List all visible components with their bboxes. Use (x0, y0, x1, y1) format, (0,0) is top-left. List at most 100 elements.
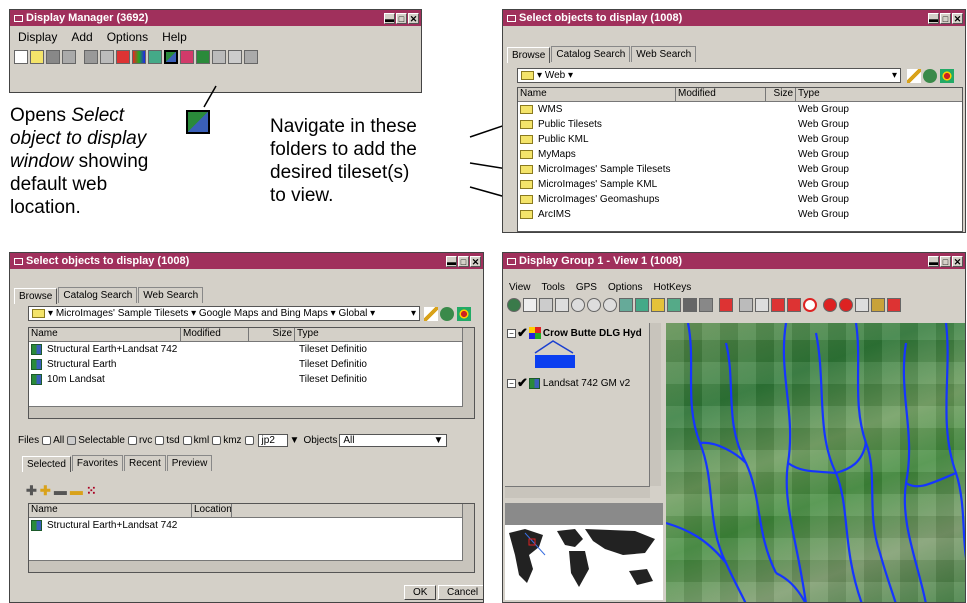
column-size[interactable]: Size (249, 328, 295, 341)
maximize-button[interactable]: □ (940, 12, 951, 24)
web-search-icon[interactable] (923, 69, 937, 83)
column-type[interactable]: Type (295, 328, 474, 341)
menu-view[interactable]: View (509, 282, 531, 293)
checkbox-tsd[interactable] (155, 436, 165, 445)
checkbox-rvc[interactable] (127, 436, 137, 445)
maximize-button[interactable]: □ (940, 255, 951, 267)
tab-preview[interactable]: Preview (166, 455, 213, 471)
combo-dropdown-arrow[interactable]: ▾ (411, 308, 416, 319)
previous-arrow-icon[interactable] (771, 298, 785, 312)
checkbox-kml[interactable] (182, 436, 192, 445)
tab-favorites[interactable]: Favorites (71, 455, 124, 471)
checkmark-icon[interactable]: ✔ (517, 325, 528, 341)
expand-icon[interactable]: − (507, 328, 516, 338)
binoculars-icon[interactable] (683, 298, 697, 312)
tab-selected[interactable]: Selected (22, 456, 71, 472)
list-item[interactable]: ArcIMS Web Group (518, 207, 962, 222)
ext-dropdown-arrow[interactable]: ▼ (290, 435, 300, 446)
list-item[interactable]: MicroImages' Geomashups Web Group (518, 192, 962, 207)
list-item[interactable]: WMS Web Group (518, 102, 962, 117)
objects-combo[interactable]: All ▼ (339, 434, 448, 447)
select-objects-titlebar[interactable]: Select objects to display (1008) ▬ □ ✕ (10, 253, 483, 269)
add-layer-icon[interactable] (719, 298, 733, 312)
column-type[interactable]: Type (796, 88, 962, 101)
gps-icon[interactable] (651, 298, 665, 312)
palette-icon[interactable] (457, 307, 471, 321)
list-item[interactable]: MicroImages' Sample KML Web Group (518, 177, 962, 192)
menu-hotkeys[interactable]: HotKeys (653, 282, 691, 293)
minimize-button[interactable]: ▬ (928, 255, 939, 267)
select-objects-titlebar[interactable]: Select objects to display (1008) ▬ □ ✕ (503, 10, 965, 26)
list-item[interactable]: 10m Landsat Tileset Definitio (29, 372, 474, 387)
redraw-icon[interactable] (507, 298, 521, 312)
zoom-previous-icon[interactable] (603, 298, 617, 312)
ext-field[interactable]: jp2 (257, 434, 288, 447)
tab-web-search[interactable]: Web Search (631, 46, 697, 62)
close-button[interactable]: ✕ (952, 12, 963, 24)
column-name[interactable]: Name (518, 88, 676, 101)
checkbox-all[interactable] (42, 436, 52, 445)
add-all-icon[interactable]: ✚ (40, 483, 51, 499)
column-location[interactable]: Location (192, 504, 232, 517)
window-menu-icon[interactable] (507, 14, 516, 22)
checkbox-ext[interactable] (244, 436, 254, 445)
pencil-icon[interactable] (424, 307, 438, 321)
tab-browse[interactable]: Browse (507, 47, 551, 63)
horizontal-scrollbar[interactable] (29, 560, 463, 572)
list-item[interactable]: MyMaps Web Group (518, 147, 962, 162)
next-arrow-icon[interactable] (787, 298, 801, 312)
minimize-button[interactable]: ▬ (446, 255, 457, 267)
list-item[interactable]: Structural Earth Tileset Definitio (29, 357, 474, 372)
cancel-button[interactable]: Cancel (438, 585, 483, 600)
window-menu-icon[interactable] (14, 257, 23, 265)
options-icon[interactable]: ⁙ (86, 483, 97, 499)
checkmark-icon[interactable]: ✔ (517, 375, 528, 391)
path-combo[interactable]: ▾ Web ▾ ▾ (517, 68, 901, 83)
menu-gps[interactable]: GPS (576, 282, 597, 293)
remove-all-icon[interactable]: ▬ (70, 483, 83, 499)
horizontal-scrollbar[interactable] (29, 406, 463, 418)
tab-web-search[interactable]: Web Search (138, 287, 204, 303)
pan-icon[interactable] (539, 298, 553, 312)
remove-icon[interactable]: ▬ (54, 483, 67, 499)
minimize-button[interactable]: ▬ (928, 12, 939, 24)
locator-map[interactable] (505, 503, 663, 600)
vertical-scrollbar[interactable] (462, 504, 474, 572)
close-button[interactable]: ✕ (470, 255, 481, 267)
column-modified[interactable]: Modified (181, 328, 249, 341)
column-name[interactable]: Name (29, 504, 192, 517)
ok-button[interactable]: OK (404, 585, 437, 600)
list-item[interactable]: MicroImages' Sample Tilesets Web Group (518, 162, 962, 177)
sketch-icon[interactable] (871, 298, 885, 312)
map-view[interactable] (666, 323, 965, 602)
display-group-titlebar[interactable]: Display Group 1 - View 1 (1008) ▬ □ ✕ (503, 253, 965, 269)
path-combo[interactable]: ▾ MicroImages' Sample Tilesets ▾ Google … (28, 306, 420, 321)
report-icon[interactable] (887, 298, 901, 312)
select-tool-icon[interactable] (739, 298, 753, 312)
tab-browse[interactable]: Browse (14, 288, 58, 304)
camera-icon[interactable] (699, 298, 713, 312)
horizontal-scrollbar[interactable] (505, 486, 650, 498)
list-item[interactable]: Structural Earth+Landsat 742 (29, 518, 474, 533)
add-icon[interactable]: ✚ (26, 483, 37, 499)
zoom-box-icon[interactable] (555, 298, 569, 312)
pencil-icon[interactable] (907, 69, 921, 83)
column-name[interactable]: Name (29, 328, 181, 341)
vertical-scrollbar[interactable] (649, 323, 661, 486)
maximize-button[interactable]: □ (458, 255, 469, 267)
checkbox-kmz[interactable] (212, 436, 222, 445)
vertical-scrollbar[interactable] (462, 328, 474, 418)
web-search-icon[interactable] (440, 307, 454, 321)
tab-catalog-search[interactable]: Catalog Search (551, 46, 631, 62)
measure-icon[interactable] (755, 298, 769, 312)
column-modified[interactable]: Modified (676, 88, 766, 101)
close-button[interactable]: ✕ (952, 255, 963, 267)
combo-dropdown-arrow[interactable]: ▾ (892, 70, 897, 81)
full-view-icon[interactable] (523, 298, 537, 312)
palette-icon[interactable] (940, 69, 954, 83)
checkbox-selectable[interactable] (67, 436, 77, 445)
pointer-icon[interactable] (855, 298, 869, 312)
expand-icon[interactable]: − (507, 378, 516, 388)
list-item[interactable]: Public KML Web Group (518, 132, 962, 147)
tab-catalog-search[interactable]: Catalog Search (58, 287, 138, 303)
